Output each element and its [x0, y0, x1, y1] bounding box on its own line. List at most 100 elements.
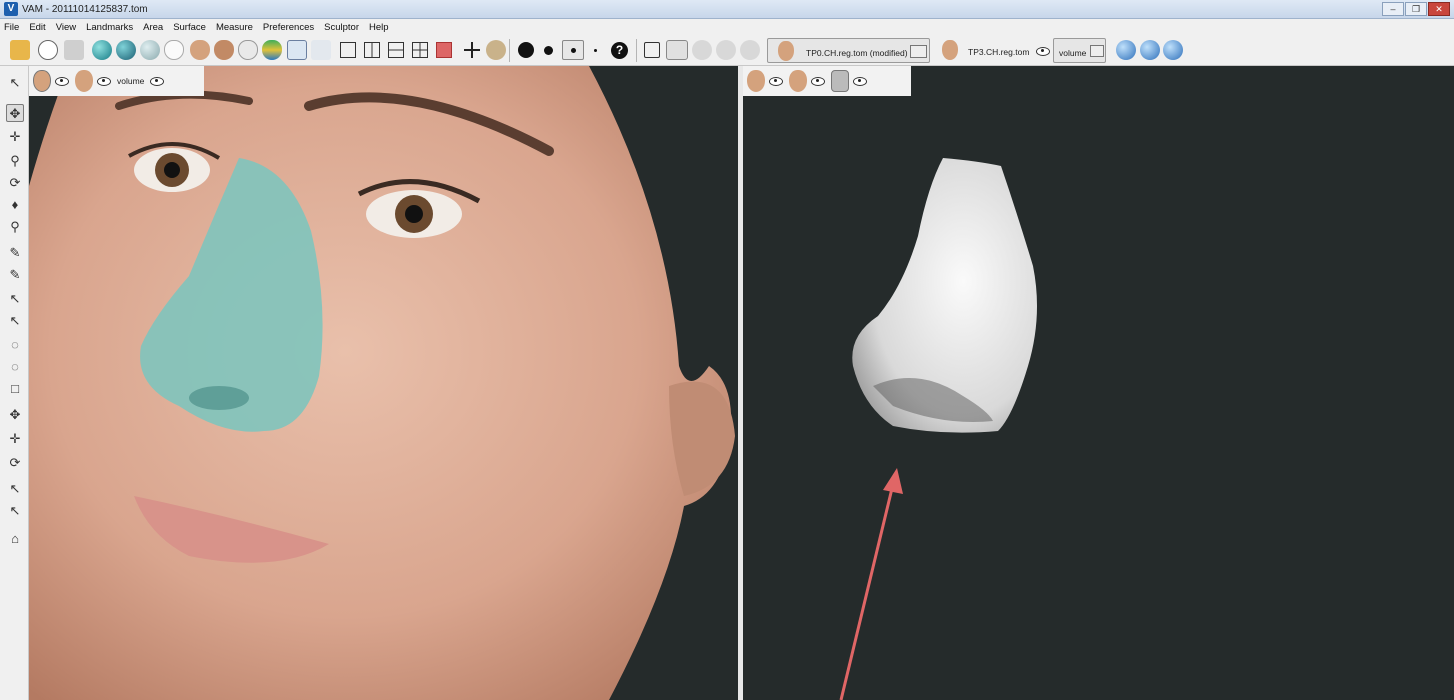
right-viewport-layerbar — [743, 66, 911, 96]
pointer-tool-icon[interactable] — [287, 40, 307, 60]
sphere-shaded-icon[interactable] — [116, 40, 136, 60]
arrow-head — [883, 468, 903, 494]
point-small-selected-icon[interactable] — [562, 40, 584, 60]
sphere-teal-icon[interactable] — [92, 40, 112, 60]
model-label-tp3: TP3.CH.reg.tom — [968, 47, 1030, 57]
select-arrow-icon[interactable]: ↖ — [6, 74, 24, 92]
eye-rotate-2-icon[interactable] — [716, 40, 736, 60]
crosshair-icon[interactable] — [464, 42, 480, 58]
menu-preferences[interactable]: Preferences — [263, 22, 314, 33]
eye-icon[interactable] — [811, 76, 825, 86]
menu-sculptor[interactable]: Sculptor — [324, 22, 359, 33]
volume-label: volume — [1059, 48, 1087, 58]
minimize-button[interactable]: ‒ — [1382, 2, 1404, 16]
model-slot-tp0[interactable]: TP0.CH.reg.tom (modified) — [767, 38, 930, 63]
grid-red-icon[interactable] — [436, 42, 452, 58]
move-eye-icon[interactable]: ✥ — [6, 104, 24, 122]
menu-help[interactable]: Help — [369, 22, 389, 33]
globe-3-icon[interactable] — [1163, 40, 1183, 60]
eye-settings-icon[interactable] — [64, 40, 84, 60]
visibility-toggle-icon[interactable] — [910, 45, 927, 58]
face-colormap-icon[interactable] — [262, 40, 282, 60]
face-model — [29, 66, 735, 700]
zoom-rotate-icon[interactable]: ⚲ — [6, 218, 24, 236]
menu-landmarks[interactable]: Landmarks — [86, 22, 133, 33]
point-tool-icon[interactable]: ↖ — [6, 290, 24, 308]
menu-file[interactable]: File — [4, 22, 19, 33]
face-layer-2-icon[interactable] — [75, 70, 93, 92]
eye-icon[interactable] — [1036, 47, 1050, 56]
nose-model — [839, 158, 1037, 700]
quad-view-icon[interactable] — [412, 42, 428, 58]
light-icon[interactable]: ♦ — [6, 196, 24, 214]
face-layer-icon[interactable] — [33, 70, 51, 92]
face-thumbnail-2-icon[interactable] — [942, 40, 958, 60]
right-viewport[interactable] — [743, 66, 1454, 700]
left-viewport[interactable]: volume — [29, 66, 738, 700]
rotate-icon[interactable]: ⟳ — [6, 174, 24, 192]
split-vertical-icon[interactable] — [364, 42, 380, 58]
landmark-icon[interactable]: ↖ — [6, 480, 24, 498]
path-tool-icon[interactable]: ↖ — [6, 312, 24, 330]
face-layer-icon[interactable] — [747, 70, 765, 92]
lasso-icon[interactable]: ◌ — [6, 336, 24, 354]
face-layer-2-icon[interactable] — [789, 70, 807, 92]
compare-icon[interactable] — [644, 42, 660, 58]
menu-view[interactable]: View — [56, 22, 76, 33]
volume-visibility-icon[interactable] — [1090, 45, 1104, 57]
help-icon[interactable]: ? — [611, 42, 628, 59]
eye-icon[interactable] — [853, 76, 867, 86]
globe-2-icon[interactable] — [1140, 40, 1160, 60]
restore-button[interactable]: ❐ — [1405, 2, 1427, 16]
single-view-icon[interactable] — [340, 42, 356, 58]
eye-icon[interactable] — [769, 76, 783, 86]
globe-icon[interactable] — [1116, 40, 1136, 60]
close-button[interactable]: ✕ — [1428, 2, 1450, 16]
menu-measure[interactable]: Measure — [216, 22, 253, 33]
pan-icon[interactable]: ✛ — [6, 128, 24, 146]
landmark-2-icon[interactable]: ↖ — [6, 502, 24, 520]
transform-3-icon[interactable]: ⟳ — [6, 454, 24, 472]
nose-volume-icon[interactable] — [831, 70, 849, 92]
lock-view-icon[interactable] — [666, 40, 688, 60]
point-tiny-icon[interactable] — [594, 49, 597, 52]
eye-icon[interactable] — [97, 76, 111, 86]
eye-icon[interactable] — [55, 76, 69, 86]
volume-slot[interactable]: volume — [1053, 38, 1106, 63]
face-wireframe-icon[interactable] — [38, 40, 58, 60]
title-bar: V VAM - 20111014125837.tom ‒ ❐ ✕ — [0, 0, 1454, 19]
menu-bar: File Edit View Landmarks Area Surface Me… — [0, 19, 1454, 35]
eye-icon[interactable] — [150, 76, 165, 86]
lasso-2-icon[interactable]: ◌ — [6, 358, 24, 376]
pen-tool-2-icon[interactable]: ✎ — [6, 266, 24, 284]
face-texture-icon[interactable] — [190, 40, 210, 60]
pen-tool-icon[interactable]: ✎ — [6, 244, 24, 262]
eye-rotate-3-icon[interactable] — [740, 40, 760, 60]
menu-surface[interactable]: Surface — [173, 22, 206, 33]
menu-edit[interactable]: Edit — [29, 22, 45, 33]
menu-area[interactable]: Area — [143, 22, 163, 33]
zoom-icon[interactable]: ⚲ — [6, 152, 24, 170]
point-large-icon[interactable] — [518, 42, 534, 58]
sphere-light-icon[interactable] — [140, 40, 160, 60]
open-folder-icon[interactable] — [10, 40, 30, 60]
eye-rotate-icon[interactable] — [692, 40, 712, 60]
rectangle-select-icon[interactable]: □ — [6, 380, 24, 398]
split-horizontal-icon[interactable] — [388, 42, 404, 58]
transform-2-icon[interactable]: ✛ — [6, 430, 24, 448]
pointer-alt-icon[interactable] — [311, 40, 331, 60]
volume-layer-label: volume — [117, 76, 145, 86]
face-thumbnail-icon — [778, 41, 794, 61]
face-texture-2-icon[interactable] — [214, 40, 234, 60]
point-medium-icon[interactable] — [544, 46, 553, 55]
face-outline-icon[interactable] — [164, 40, 184, 60]
app-logo-icon: V — [4, 2, 18, 16]
skull-icon[interactable] — [486, 40, 506, 60]
main-toolbar: ? TP0.CH.reg.tom (modified) TP3.CH.reg.t… — [0, 35, 1454, 66]
tool-sidebar: ↖ ✥ ✛ ⚲ ⟳ ♦ ⚲ ✎ ✎ ↖ ↖ ◌ ◌ □ ✥ ✛ ⟳ ↖ ↖ ⌂ — [0, 66, 29, 700]
window-title: VAM - 20111014125837.tom — [22, 3, 148, 15]
pointer-arrow — [839, 475, 897, 700]
ruler-icon[interactable]: ⌂ — [6, 530, 24, 548]
face-mesh-icon[interactable] — [238, 40, 258, 60]
transform-icon[interactable]: ✥ — [6, 406, 24, 424]
